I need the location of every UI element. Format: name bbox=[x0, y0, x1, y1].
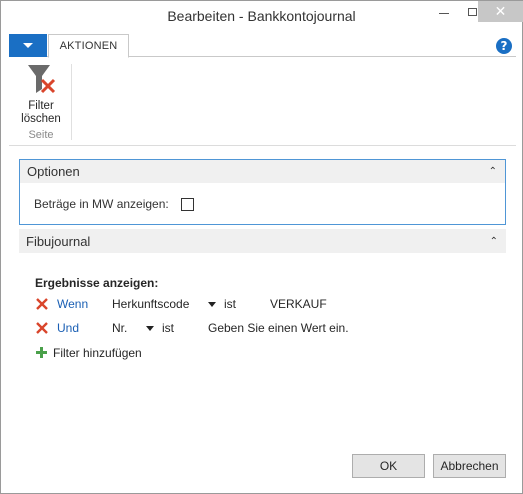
show-amounts-lcy-label: Beträge in MW anzeigen: bbox=[34, 197, 169, 211]
optionen-title: Optionen bbox=[27, 164, 80, 179]
clear-filter-label: Filter löschen bbox=[15, 100, 67, 126]
cancel-button[interactable]: Abbrechen bbox=[433, 454, 506, 478]
add-filter-label: Filter hinzufügen bbox=[53, 346, 142, 360]
filter-row: Wenn Herkunftscode ist VERKAUF bbox=[35, 296, 355, 312]
clear-filter-button[interactable]: Filter löschen bbox=[15, 62, 67, 128]
remove-filter-icon[interactable] bbox=[35, 297, 49, 311]
title-bar: Bearbeiten - Bankkontojournal ✕ bbox=[1, 1, 523, 32]
filter-row: Und Nr. ist Geben Sie einen Wert ein. bbox=[35, 320, 365, 336]
fibujournal-header[interactable]: Fibujournal ⌃ bbox=[19, 229, 506, 253]
clear-filter-label-line1: Filter bbox=[28, 100, 54, 112]
minimize-button[interactable] bbox=[431, 1, 457, 22]
remove-filter-icon[interactable] bbox=[35, 321, 49, 335]
option-row: Beträge in MW anzeigen: bbox=[34, 197, 194, 211]
ribbon-group-label: Seite bbox=[28, 129, 54, 141]
ribbon: Filter löschen Seite bbox=[9, 58, 516, 146]
filter-value-input[interactable]: VERKAUF bbox=[270, 297, 327, 311]
optionen-section: Optionen ⌃ Beträge in MW anzeigen: bbox=[19, 159, 506, 225]
fibujournal-section: Fibujournal ⌃ bbox=[19, 229, 506, 253]
app-menu-button[interactable] bbox=[9, 34, 47, 57]
clear-filter-label-line2: löschen bbox=[21, 113, 61, 125]
filter-operator: ist bbox=[162, 321, 174, 335]
optionen-header[interactable]: Optionen ⌃ bbox=[20, 160, 505, 184]
filter-field-select[interactable]: Herkunftscode bbox=[112, 297, 189, 311]
collapse-chevron-icon[interactable]: ⌃ bbox=[490, 236, 498, 247]
chevron-down-icon[interactable] bbox=[146, 326, 154, 331]
maximize-icon bbox=[467, 7, 477, 16]
close-button[interactable]: ✕ bbox=[478, 1, 523, 22]
ribbon-tab-strip: AKTIONEN bbox=[9, 34, 516, 58]
filter-value-input[interactable]: Geben Sie einen Wert ein. bbox=[208, 321, 349, 335]
tab-aktionen[interactable]: AKTIONEN bbox=[48, 34, 129, 58]
filter-field-select[interactable]: Nr. bbox=[112, 321, 127, 335]
chevron-down-icon bbox=[23, 43, 33, 48]
minimize-icon bbox=[439, 13, 449, 14]
filter-operator: ist bbox=[224, 297, 236, 311]
results-title: Ergebnisse anzeigen: bbox=[35, 276, 159, 290]
filter-keyword: Wenn bbox=[57, 297, 89, 311]
collapse-chevron-icon[interactable]: ⌃ bbox=[489, 166, 497, 177]
plus-icon bbox=[36, 347, 47, 358]
add-filter-link[interactable]: Filter hinzufügen bbox=[35, 345, 165, 361]
clear-filter-icon bbox=[28, 65, 56, 94]
ribbon-group-divider bbox=[71, 64, 72, 140]
dialog-window: Bearbeiten - Bankkontojournal ✕ AKTIONEN… bbox=[0, 0, 523, 494]
show-amounts-lcy-checkbox[interactable] bbox=[180, 197, 194, 211]
ok-button[interactable]: OK bbox=[352, 454, 425, 478]
chevron-down-icon[interactable] bbox=[208, 302, 216, 307]
fibujournal-title: Fibujournal bbox=[26, 233, 91, 249]
help-icon[interactable]: ? bbox=[496, 38, 512, 54]
close-icon: ✕ bbox=[494, 3, 507, 20]
filter-keyword: Und bbox=[57, 321, 80, 335]
